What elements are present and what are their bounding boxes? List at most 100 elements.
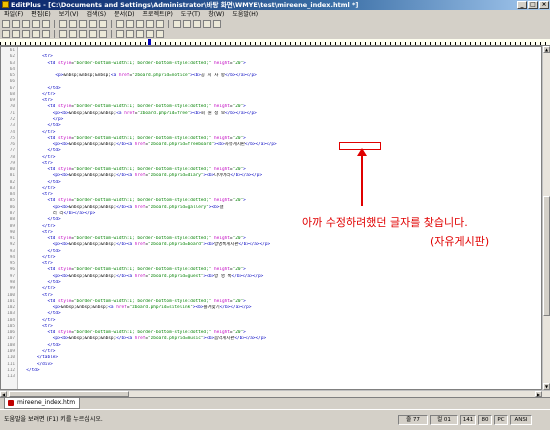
code-line[interactable]: 78 </tr> bbox=[1, 155, 541, 160]
code-line[interactable]: 96 <td style="border-bottom-width:1; bor… bbox=[1, 267, 541, 272]
underline-icon[interactable] bbox=[22, 30, 30, 38]
vertical-scrollbar[interactable]: ▲ ▼ bbox=[542, 46, 550, 390]
nbsp-icon[interactable] bbox=[32, 30, 40, 38]
ruler-icon[interactable] bbox=[183, 20, 191, 28]
code-line[interactable]: 63 <td style="border-bottom-width:1; bor… bbox=[1, 61, 541, 66]
code-line[interactable]: 93 </td> bbox=[1, 249, 541, 254]
color-icon[interactable] bbox=[99, 30, 107, 38]
code-line[interactable]: 102 <p>&nbsp;&nbsp;&nbsp;<a href="zboard… bbox=[1, 305, 541, 310]
code-line[interactable]: 68 </tr> bbox=[1, 92, 541, 97]
goto-icon[interactable] bbox=[156, 20, 164, 28]
code-line[interactable]: 86 <p><b>&nbsp;&nbsp;&nbsp;</b><a href="… bbox=[1, 205, 541, 210]
code-line[interactable]: 70 <td style="border-bottom-width:1; bor… bbox=[1, 104, 541, 109]
code-line[interactable]: 76 <p><b>&nbsp;&nbsp;&nbsp;</b><a href="… bbox=[1, 142, 541, 147]
html-icon[interactable] bbox=[136, 30, 144, 38]
code-line[interactable]: 65 <p>&nbsp;&nbsp;&nbsp;<a href="zboard.… bbox=[1, 73, 541, 78]
code-line[interactable]: 95 <tr> bbox=[1, 261, 541, 266]
code-line[interactable]: 113 bbox=[1, 374, 541, 379]
code-line[interactable]: 100 <tr> bbox=[1, 293, 541, 298]
code-line[interactable]: 67 </td> bbox=[1, 86, 541, 91]
open-icon[interactable] bbox=[12, 20, 20, 28]
scroll-up-icon[interactable]: ▲ bbox=[543, 46, 550, 53]
br-icon[interactable] bbox=[42, 30, 50, 38]
code-line[interactable]: 107 <p><b>&nbsp;&nbsp;&nbsp;</b><a href=… bbox=[1, 336, 541, 341]
menu-item-3[interactable]: 검색(S) bbox=[87, 10, 107, 19]
copy-icon[interactable] bbox=[89, 20, 97, 28]
code-line[interactable]: 81 <p><b>&nbsp;&nbsp;&nbsp;</b><a href="… bbox=[1, 173, 541, 178]
link-icon[interactable] bbox=[79, 30, 87, 38]
code-line[interactable]: 82 </td> bbox=[1, 180, 541, 185]
image-icon[interactable] bbox=[69, 30, 77, 38]
replace-icon[interactable] bbox=[146, 20, 154, 28]
minimize-button[interactable]: _ bbox=[517, 1, 527, 9]
code-line[interactable]: 83 </tr> bbox=[1, 186, 541, 191]
code-line[interactable]: 110 </table> bbox=[1, 355, 541, 360]
code-line[interactable]: 61 bbox=[1, 48, 541, 53]
new-icon[interactable] bbox=[2, 20, 10, 28]
code-line[interactable]: 69 <tr> bbox=[1, 98, 541, 103]
code-line[interactable]: 99 </tr> bbox=[1, 286, 541, 291]
code-line[interactable]: 112 </td> bbox=[1, 368, 541, 373]
code-line[interactable]: 105 <tr> bbox=[1, 324, 541, 329]
scroll-down-icon[interactable]: ▼ bbox=[543, 383, 550, 390]
close-icon[interactable] bbox=[213, 20, 221, 28]
vertical-scroll-thumb[interactable] bbox=[543, 196, 550, 316]
font-icon[interactable] bbox=[116, 30, 124, 38]
table-icon[interactable] bbox=[89, 30, 97, 38]
code-line[interactable]: 64 bbox=[1, 67, 541, 72]
cut-icon[interactable] bbox=[79, 20, 87, 28]
spell-icon[interactable] bbox=[69, 20, 77, 28]
char-icon[interactable] bbox=[126, 30, 134, 38]
code-line[interactable]: 66 bbox=[1, 79, 541, 84]
code-line[interactable]: 74 </tr> bbox=[1, 130, 541, 135]
code-line[interactable]: 103 </td> bbox=[1, 311, 541, 316]
code-line[interactable]: 73 </td> bbox=[1, 123, 541, 128]
undo-icon[interactable] bbox=[116, 20, 124, 28]
menu-item-8[interactable]: 도움말(H) bbox=[232, 10, 258, 19]
code-line[interactable]: 106 <td style="border-bottom-width:1; bo… bbox=[1, 330, 541, 335]
css-icon[interactable] bbox=[146, 30, 154, 38]
line-number-icon[interactable] bbox=[193, 20, 201, 28]
menu-item-0[interactable]: 파일(F) bbox=[4, 10, 23, 19]
bold-icon[interactable] bbox=[2, 30, 10, 38]
code-line[interactable]: 79 <tr> bbox=[1, 161, 541, 166]
horizontal-scrollbar[interactable]: ◀ ▶ bbox=[0, 390, 550, 397]
menu-item-6[interactable]: 도구(T) bbox=[181, 10, 200, 19]
code-line[interactable]: 71 <p><b>&nbsp;&nbsp;&nbsp;<a href="zboa… bbox=[1, 111, 541, 116]
redo-icon[interactable] bbox=[126, 20, 134, 28]
menu-item-4[interactable]: 문서(D) bbox=[114, 10, 134, 19]
code-line[interactable]: 97 <p><b>&nbsp;&nbsp;&nbsp;</b><a href="… bbox=[1, 274, 541, 279]
menu-item-5[interactable]: 프로젝트(P) bbox=[142, 10, 172, 19]
code-line[interactable]: 84 <tr> bbox=[1, 192, 541, 197]
code-line[interactable]: 104 </tr> bbox=[1, 318, 541, 323]
save-icon[interactable] bbox=[22, 20, 30, 28]
italic-icon[interactable] bbox=[12, 30, 20, 38]
document-tab[interactable]: mireene_index.htm bbox=[4, 398, 81, 409]
code-line[interactable]: 98 </td> bbox=[1, 280, 541, 285]
menu-item-2[interactable]: 보기(V) bbox=[59, 10, 79, 19]
word-wrap-icon[interactable] bbox=[173, 20, 181, 28]
menu-item-1[interactable]: 편집(E) bbox=[31, 10, 51, 19]
code-line[interactable]: 94 </tr> bbox=[1, 255, 541, 260]
code-line[interactable]: 62 <tr> bbox=[1, 54, 541, 59]
close-button[interactable]: × bbox=[539, 1, 549, 9]
script-icon[interactable] bbox=[156, 30, 164, 38]
code-line[interactable]: 109 </tr> bbox=[1, 349, 541, 354]
menu-item-7[interactable]: 창(W) bbox=[208, 10, 224, 19]
code-line[interactable]: 75 <td style="border-bottom-width:1; bor… bbox=[1, 136, 541, 141]
browser-icon[interactable] bbox=[203, 20, 211, 28]
code-line[interactable]: 77 </td> bbox=[1, 148, 541, 153]
save-all-icon[interactable] bbox=[32, 20, 40, 28]
maximize-button[interactable]: □ bbox=[528, 1, 538, 9]
code-line[interactable]: 85 <td style="border-bottom-width:1; bor… bbox=[1, 198, 541, 203]
paragraph-icon[interactable] bbox=[59, 30, 67, 38]
code-line[interactable]: 72 </p> bbox=[1, 117, 541, 122]
app-icon[interactable] bbox=[2, 1, 9, 8]
print-icon[interactable] bbox=[42, 20, 50, 28]
code-line[interactable]: 101 <td style="border-bottom-width:1; bo… bbox=[1, 299, 541, 304]
code-line[interactable]: 108 </td> bbox=[1, 343, 541, 348]
code-line[interactable]: 111 </div> bbox=[1, 362, 541, 367]
find-icon[interactable] bbox=[136, 20, 144, 28]
paste-icon[interactable] bbox=[99, 20, 107, 28]
code-line[interactable]: 80 <td style="border-bottom-width:1; bor… bbox=[1, 167, 541, 172]
